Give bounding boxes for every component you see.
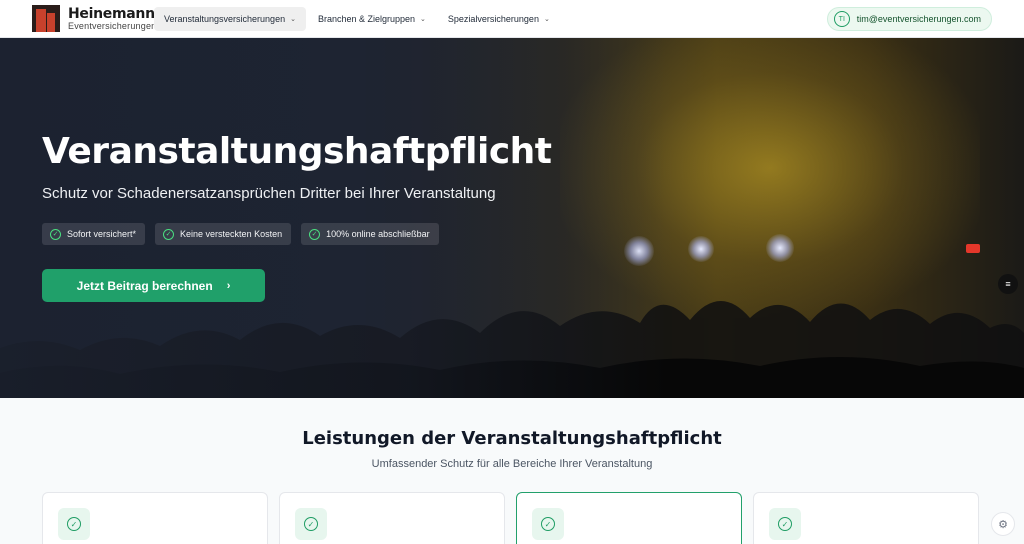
chevron-down-icon: ⌄ (420, 16, 426, 23)
hero-banner: Veranstaltungshaftpflicht Schutz vor Sch… (0, 38, 1024, 398)
nav-item-veranstaltungsversicherungen[interactable]: Veranstaltungsversicherungen ⌄ (154, 7, 306, 31)
section-subtitle: Umfassender Schutz für alle Bereiche Ihr… (371, 458, 653, 470)
nav-label: Spezialversicherungen (447, 14, 539, 24)
card-icon: ✓ (532, 508, 564, 540)
benefit-cards: ✓ ✓ ✓ ✓ (42, 492, 990, 544)
badge-label: 100% online abschließbar (326, 229, 430, 239)
filter-icon[interactable]: ≡ (998, 274, 1018, 294)
hero-subtitle: Schutz vor Schadenersatzansprüchen Dritt… (42, 185, 496, 202)
benefits-section: Leistungen der Veranstaltungshaftpflicht… (0, 398, 1024, 544)
badge-label: Keine versteckten Kosten (180, 229, 283, 239)
chevron-down-icon: ⌄ (543, 16, 550, 23)
hero-overlay (0, 38, 1024, 398)
cta-label: Jetzt Beitrag berechnen (76, 278, 213, 293)
nav-label: Branchen & Zielgruppen (317, 14, 416, 24)
chevron-down-icon: ⌄ (290, 16, 296, 23)
main-nav: Veranstaltungsversicherungen ⌄ Branchen … (154, 7, 562, 31)
benefit-card[interactable]: ✓ (753, 492, 979, 544)
logo-mark-icon (32, 5, 60, 32)
benefit-card[interactable]: ✓ (42, 492, 268, 544)
section-title: Leistungen der Veranstaltungshaftpflicht (302, 428, 722, 449)
benefit-card[interactable]: ✓ (279, 492, 505, 544)
logo[interactable]: Heinemann Eventversicherungen (32, 5, 156, 32)
benefit-badges: ✓ Sofort versichert* ✓ Keine versteckten… (42, 223, 449, 245)
check-circle-icon: ✓ (50, 228, 61, 240)
badge-label: Sofort versichert* (67, 229, 137, 239)
check-circle-icon: ✓ (778, 517, 792, 531)
calculate-premium-button[interactable]: Jetzt Beitrag berechnen › (42, 269, 265, 302)
check-circle-icon: ✓ (541, 517, 555, 531)
card-icon: ✓ (58, 508, 90, 540)
check-circle-icon: ✓ (304, 517, 318, 531)
logo-name: Heinemann (68, 5, 155, 22)
nav-item-branchen[interactable]: Branchen & Zielgruppen ⌄ (308, 7, 436, 31)
check-circle-icon: ✓ (163, 228, 175, 240)
benefit-badge: ✓ 100% online abschließbar (301, 223, 439, 245)
check-circle-icon: ✓ (309, 228, 321, 240)
top-header: Heinemann Eventversicherungen Veranstalt… (0, 0, 1024, 38)
nav-label: Veranstaltungsversicherungen (164, 14, 286, 24)
card-icon: ✓ (295, 508, 327, 540)
check-circle-icon: ✓ (67, 517, 81, 531)
gear-icon[interactable]: ⚙ (991, 512, 1015, 536)
chevron-right-icon: › (226, 279, 231, 292)
red-marker-icon (966, 244, 980, 253)
user-account-button[interactable]: TI tim@eventversicherungen.com (826, 7, 992, 31)
avatar: TI (833, 11, 850, 27)
logo-subtitle: Eventversicherungen (68, 20, 157, 31)
benefit-badge: ✓ Sofort versichert* (42, 223, 146, 245)
card-icon: ✓ (769, 508, 801, 540)
nav-item-spezialversicherungen[interactable]: Spezialversicherungen ⌄ (438, 7, 560, 31)
user-email: tim@eventversicherungen.com (856, 14, 981, 24)
hero-title: Veranstaltungshaftpflicht (42, 131, 552, 172)
benefit-badge: ✓ Keine versteckten Kosten (155, 223, 292, 245)
benefit-card-highlighted[interactable]: ✓ (516, 492, 742, 544)
